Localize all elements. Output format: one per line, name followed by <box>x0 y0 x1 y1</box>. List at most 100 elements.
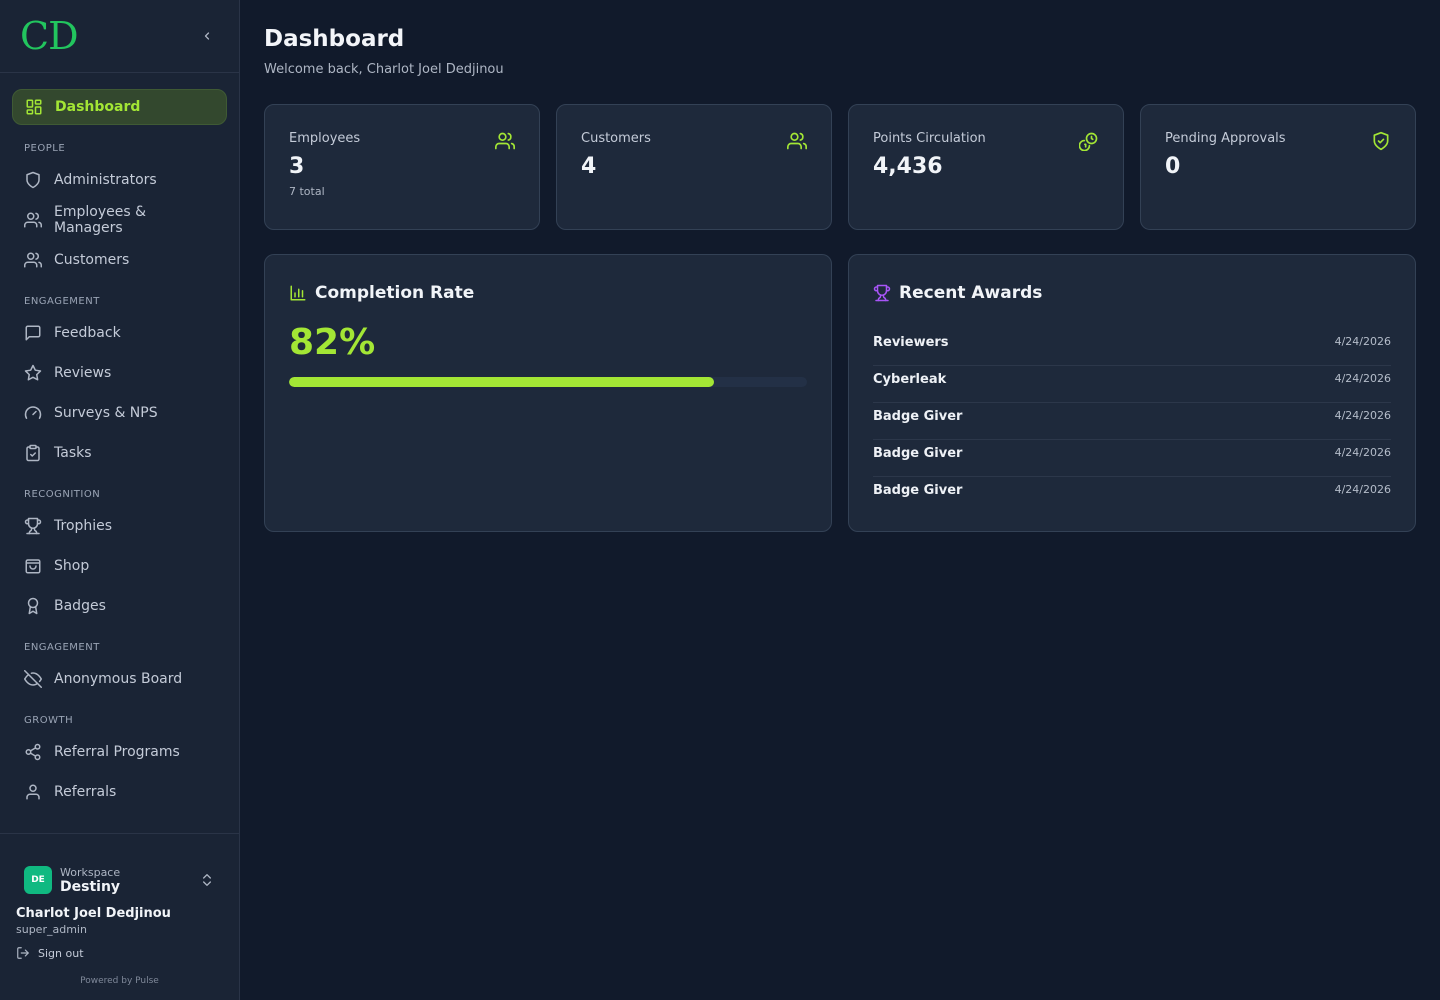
award-name: Badge Giver <box>873 446 963 461</box>
sign-out-button[interactable]: Sign out <box>16 946 223 960</box>
stat-label: Pending Approvals <box>1165 131 1286 146</box>
award-date: 4/24/2026 <box>1334 372 1391 385</box>
sidebar-item-reviews[interactable]: Reviews <box>12 355 227 391</box>
workspace-label: Workspace <box>60 865 121 879</box>
shopping-bag-icon <box>25 559 41 574</box>
award-name: Badge Giver <box>873 483 963 498</box>
section-title-engagement-2: ENGAGEMENT <box>24 642 100 653</box>
sidebar-header: CD <box>0 0 239 73</box>
sidebar: CD Dashboard PEOPLE Administrators Emplo… <box>0 0 240 1000</box>
coins-icon <box>1079 132 1098 151</box>
collapse-sidebar-button[interactable] <box>199 28 215 44</box>
list-item[interactable]: Badge Giver 4/24/2026 <box>873 440 1391 477</box>
workspace-avatar: DE <box>24 866 52 894</box>
recent-awards-panel: Recent Awards Reviewers 4/24/2026 Cyberl… <box>848 254 1416 532</box>
sidebar-item-shop[interactable]: Shop <box>12 548 227 584</box>
dashboard-icon <box>26 99 42 115</box>
list-item[interactable]: Reviewers 4/24/2026 <box>873 329 1391 366</box>
stat-card-customers: Customers 4 <box>556 104 832 230</box>
workspace-switcher[interactable]: DE Workspace Destiny <box>0 834 239 906</box>
stat-card-employees: Employees 3 7 total <box>264 104 540 230</box>
sidebar-item-label: Badges <box>54 598 106 614</box>
stat-card-pending-approvals: Pending Approvals 0 <box>1140 104 1416 230</box>
award-date: 4/24/2026 <box>1334 409 1391 422</box>
users-icon <box>787 132 807 150</box>
panel-header: Recent Awards <box>873 283 1391 303</box>
award-icon <box>27 597 39 615</box>
workspace-name: Destiny <box>60 878 121 895</box>
completion-rate-panel: Completion Rate 82% <box>264 254 832 532</box>
workspace-text: Workspace Destiny <box>60 866 199 895</box>
sidebar-item-label: Feedback <box>54 325 121 341</box>
section-title-recognition: RECOGNITION <box>24 489 101 500</box>
sidebar-item-employees-managers[interactable]: Employees & Managers <box>12 202 227 238</box>
sidebar-item-surveys-nps[interactable]: Surveys & NPS <box>12 395 227 431</box>
users-icon <box>495 132 515 150</box>
sidebar-item-label: Employees & Managers <box>54 204 146 236</box>
stat-value: 0 <box>1165 154 1181 179</box>
sidebar-item-label: Anonymous Board <box>54 671 183 687</box>
sidebar-item-referrals[interactable]: Referrals <box>12 774 227 810</box>
list-item[interactable]: Cyberleak 4/24/2026 <box>873 366 1391 403</box>
user-name: Charlot Joel Dedjinou <box>16 906 171 921</box>
stat-value: 4 <box>581 154 597 179</box>
stat-label: Employees <box>289 131 361 146</box>
sidebar-item-customers[interactable]: Customers <box>12 242 227 278</box>
stat-label: Points Circulation <box>873 131 986 146</box>
section-title-people: PEOPLE <box>24 143 66 154</box>
share-icon <box>25 743 41 761</box>
sidebar-item-label: Administrators <box>54 172 157 188</box>
sidebar-item-administrators[interactable]: Administrators <box>12 162 227 198</box>
sidebar-item-dashboard[interactable]: Dashboard <box>12 89 227 125</box>
shield-icon <box>26 171 40 189</box>
award-name: Reviewers <box>873 335 949 350</box>
stat-card-points-circulation: Points Circulation 4,436 <box>848 104 1124 230</box>
sidebar-item-anonymous-board[interactable]: Anonymous Board <box>12 661 227 697</box>
panel-header: Completion Rate <box>289 283 807 303</box>
user-info: Charlot Joel Dedjinou super_admin Sign o… <box>0 906 239 986</box>
sidebar-item-label: Referrals <box>54 784 117 800</box>
panel-title: Completion Rate <box>315 283 475 303</box>
award-date: 4/24/2026 <box>1334 446 1391 459</box>
shield-check-icon <box>1373 131 1389 151</box>
log-out-icon <box>17 947 29 959</box>
sidebar-item-referral-programs[interactable]: Referral Programs <box>12 734 227 770</box>
bar-chart-icon <box>290 285 306 301</box>
user-role: super_admin <box>16 923 87 936</box>
award-name: Badge Giver <box>873 409 963 424</box>
sidebar-item-trophies[interactable]: Trophies <box>12 508 227 544</box>
section-title-growth: GROWTH <box>24 715 74 726</box>
star-icon <box>24 364 42 381</box>
sidebar-item-label: Surveys & NPS <box>54 405 158 421</box>
trophy-icon <box>873 284 891 302</box>
completion-progress-bar <box>289 377 807 387</box>
stat-label: Customers <box>581 131 651 146</box>
logo: CD <box>20 14 79 58</box>
panel-title: Recent Awards <box>899 283 1043 303</box>
sidebar-item-label: Trophies <box>54 518 113 534</box>
sidebar-item-tasks[interactable]: Tasks <box>12 435 227 471</box>
sidebar-item-badges[interactable]: Badges <box>12 588 227 624</box>
sidebar-item-label: Dashboard <box>55 99 141 115</box>
award-date: 4/24/2026 <box>1334 483 1391 496</box>
section-title-engagement: ENGAGEMENT <box>24 296 100 307</box>
list-item[interactable]: Badge Giver 4/24/2026 <box>873 477 1391 514</box>
gauge-icon <box>24 406 42 419</box>
award-name: Cyberleak <box>873 372 947 387</box>
sidebar-item-feedback[interactable]: Feedback <box>12 315 227 351</box>
sidebar-nav: Dashboard PEOPLE Administrators Employee… <box>0 73 239 810</box>
chevron-left-icon <box>204 32 210 40</box>
awards-list: Reviewers 4/24/2026 Cyberleak 4/24/2026 … <box>873 329 1391 514</box>
stat-value: 3 <box>289 154 305 179</box>
powered-by: Powered by Pulse <box>80 976 159 986</box>
chevrons-up-down-icon[interactable] <box>199 872 215 888</box>
stat-subtext: 7 total <box>289 185 325 198</box>
users-icon <box>24 212 42 228</box>
message-square-icon <box>25 325 41 341</box>
eye-off-icon <box>24 670 42 688</box>
user-icon <box>26 784 40 800</box>
users-icon <box>24 252 42 268</box>
completion-progress-fill <box>289 377 714 387</box>
list-item[interactable]: Badge Giver 4/24/2026 <box>873 403 1391 440</box>
stat-value: 4,436 <box>873 154 943 179</box>
